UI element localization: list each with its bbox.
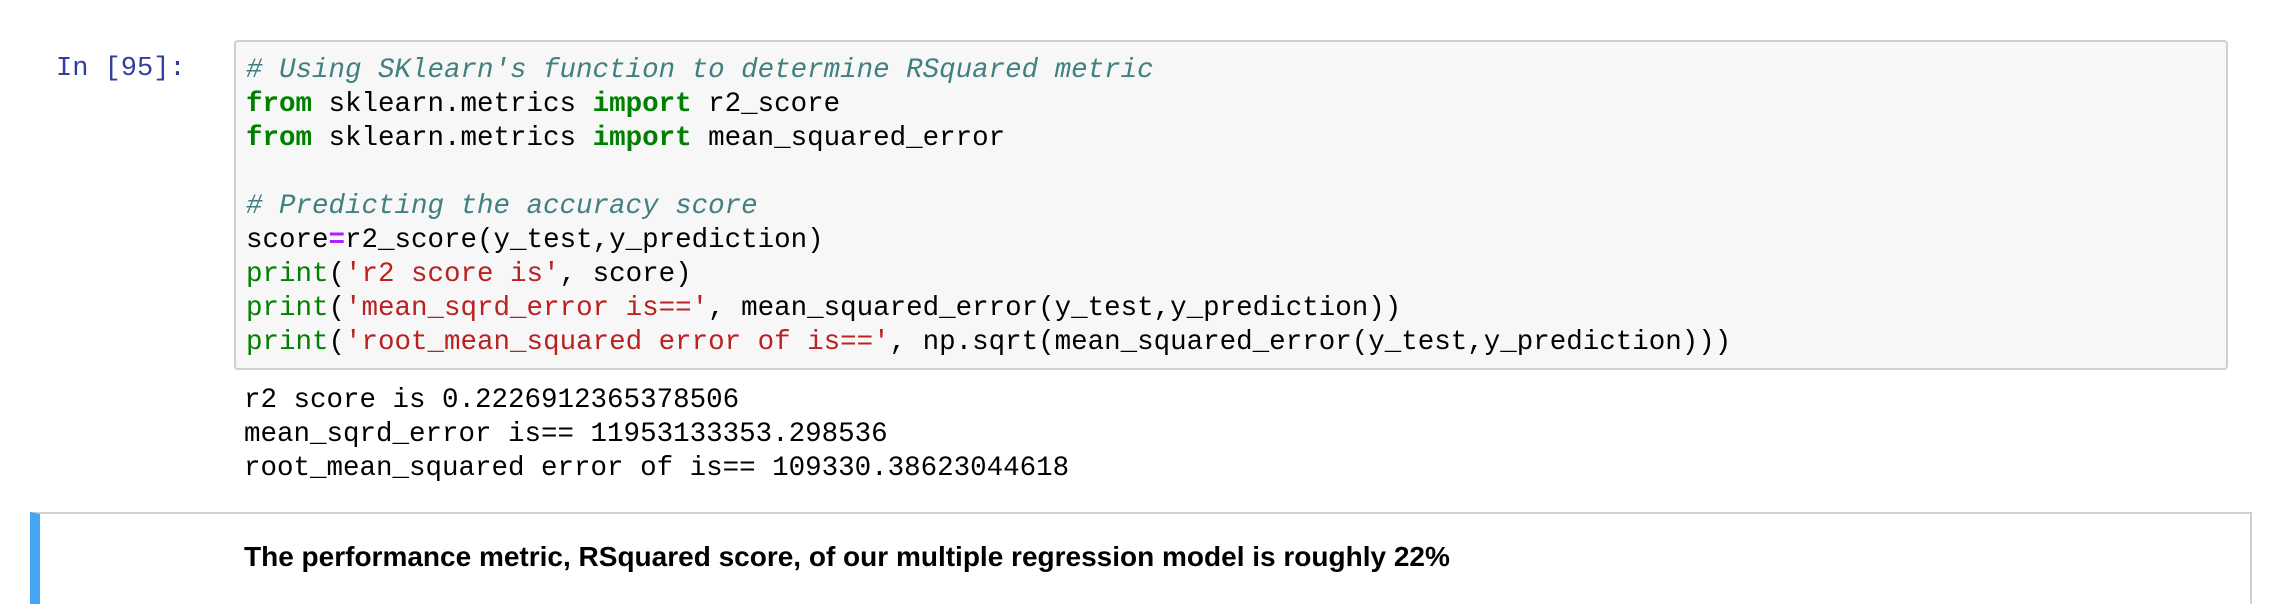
markdown-cell-text: The performance metric, RSquared score, … — [244, 541, 1450, 572]
code-token-string: 'r2 score is' — [345, 259, 560, 290]
code-line: print('root_mean_squared error of is==',… — [246, 326, 2226, 360]
code-token-keyword: from — [246, 123, 313, 154]
code-line: from sklearn.metrics import mean_squared… — [246, 122, 2226, 156]
code-token-string: 'mean_sqrd_error is==' — [345, 293, 709, 324]
code-token-plain: ( — [328, 293, 346, 324]
code-token-builtin: print — [246, 293, 329, 324]
code-line: # Predicting the accuracy score — [246, 190, 2226, 224]
code-token-plain: sklearn.metrics — [312, 123, 593, 154]
code-line: score=r2_score(y_test,y_prediction) — [246, 224, 2226, 258]
input-prompt: In [95]: — [56, 54, 186, 84]
code-cell-input[interactable]: # Using SKlearn's function to determine … — [234, 40, 2228, 370]
output-line: mean_sqrd_error is== 11953133353.298536 — [244, 419, 888, 450]
code-token-operator: = — [328, 225, 346, 256]
code-token-builtin: print — [246, 259, 329, 290]
output-line: root_mean_squared error of is== 109330.3… — [244, 453, 1070, 484]
code-token-plain: ( — [328, 327, 346, 358]
code-token-plain: ( — [328, 259, 346, 290]
code-line: # Using SKlearn's function to determine … — [246, 54, 2226, 88]
code-token-plain: , score) — [559, 259, 692, 290]
code-token-builtin: print — [246, 327, 329, 358]
code-token-plain: r2_score(y_test,y_prediction) — [345, 225, 824, 256]
code-token-keyword: from — [246, 89, 313, 120]
code-line: print('mean_sqrd_error is==', mean_squar… — [246, 292, 2226, 326]
code-line: print('r2 score is', score) — [246, 258, 2226, 292]
code-token-plain: score — [246, 225, 329, 256]
output-line: r2 score is 0.2226912365378506 — [244, 385, 740, 416]
code-token-plain: , np.sqrt(mean_squared_error(y_test,y_pr… — [889, 327, 1732, 358]
notebook-page: In [95]: # Using SKlearn's function to d… — [0, 0, 2282, 604]
code-token-keyword: import — [592, 89, 692, 120]
code-token-plain: , mean_squared_error(y_test,y_prediction… — [708, 293, 1402, 324]
code-token-keyword: import — [592, 123, 692, 154]
code-token-plain: sklearn.metrics — [312, 89, 593, 120]
code-cell-output: r2 score is 0.2226912365378506 mean_sqrd_… — [244, 384, 1069, 486]
code-token-comment: # Predicting the accuracy score — [246, 191, 758, 222]
code-token-plain: mean_squared_error — [691, 123, 1006, 154]
code-token-comment: # Using SKlearn's function to determine … — [246, 55, 1154, 86]
code-token-string: 'root_mean_squared error of is==' — [345, 327, 890, 358]
code-line: from sklearn.metrics import r2_score — [246, 88, 2226, 122]
code-token-plain: r2_score — [691, 89, 841, 120]
markdown-cell[interactable]: The performance metric, RSquared score, … — [30, 512, 2252, 604]
